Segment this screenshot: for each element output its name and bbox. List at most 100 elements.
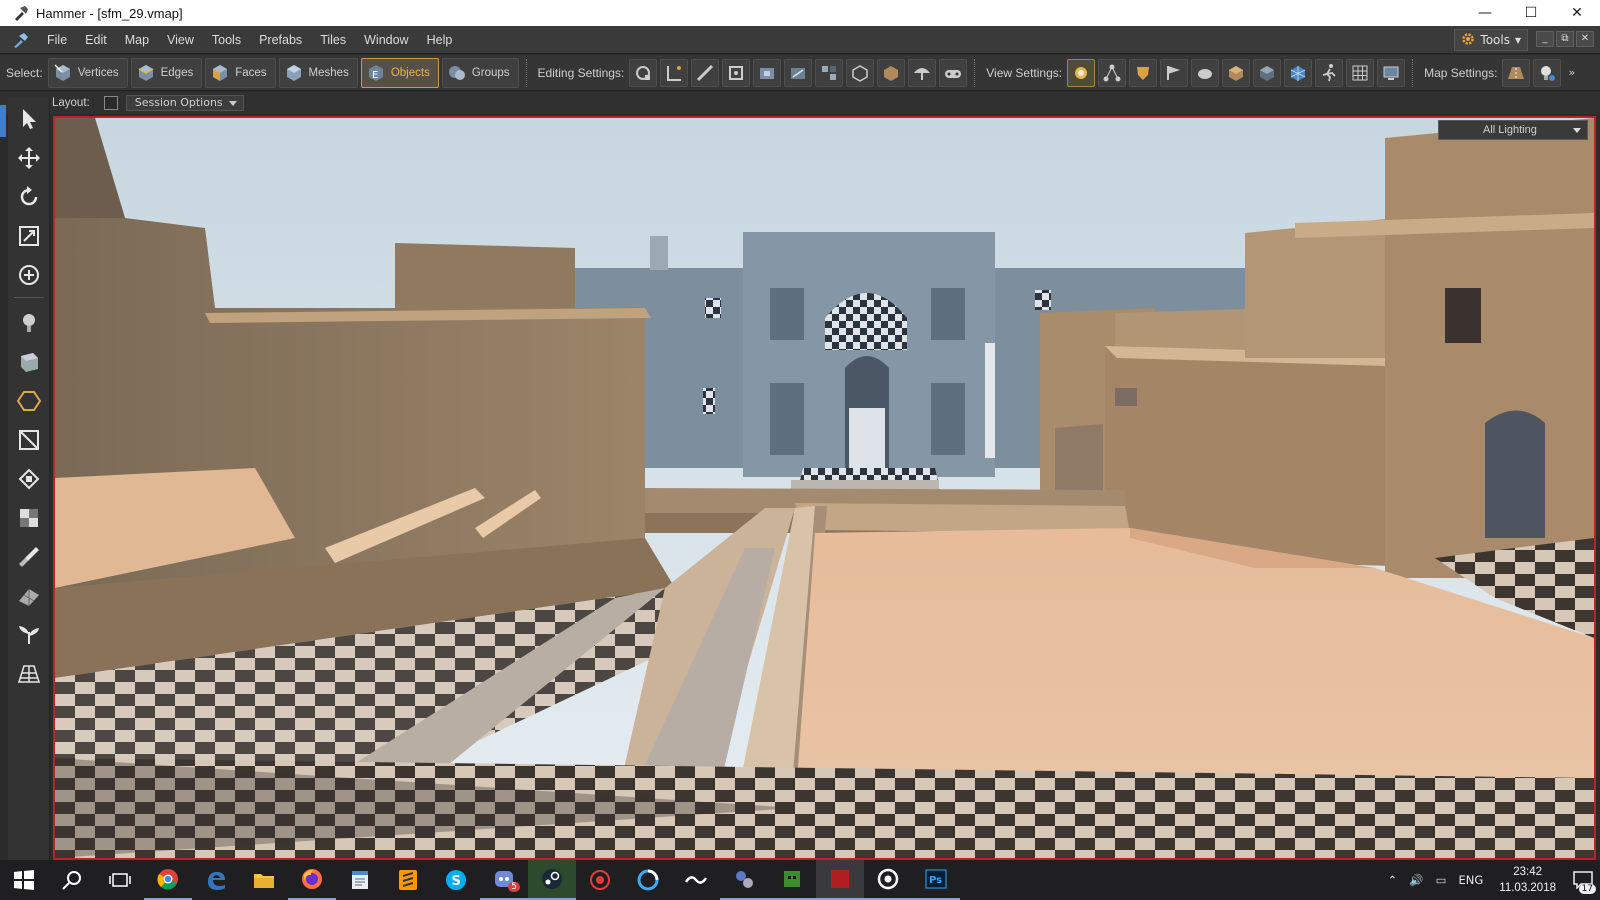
- show-grid-3d-button[interactable]: [1284, 58, 1313, 87]
- build-lighting-button[interactable]: [1533, 58, 1562, 87]
- show-grid-button[interactable]: [1346, 58, 1375, 87]
- game-taskbar-button[interactable]: [768, 860, 816, 900]
- block-tool-button[interactable]: [13, 346, 45, 378]
- chrome-taskbar-button[interactable]: [144, 860, 192, 900]
- maximize-button[interactable]: ☐: [1508, 0, 1554, 26]
- show-paths-button[interactable]: [1160, 58, 1189, 87]
- mdi-close-button[interactable]: ✕: [1576, 31, 1594, 47]
- hammer-tool-taskbar-button[interactable]: [672, 860, 720, 900]
- ruler-button[interactable]: [691, 58, 720, 87]
- pivot-points-tool-button[interactable]: [13, 463, 45, 495]
- snap-to-grid-button[interactable]: [629, 58, 658, 87]
- bounding-box-button[interactable]: [846, 58, 875, 87]
- viewport-scene[interactable]: [55, 118, 1594, 858]
- menu-help[interactable]: Help: [418, 33, 462, 47]
- menu-file[interactable]: File: [38, 33, 76, 47]
- edge-taskbar-button[interactable]: [192, 860, 240, 900]
- brush-tool-settings-button[interactable]: [908, 58, 937, 87]
- tile-tool-button[interactable]: [13, 580, 45, 612]
- select-faces-button[interactable]: Faces: [205, 57, 276, 88]
- lighting-mode-dropdown[interactable]: All Lighting: [1438, 120, 1588, 140]
- foliage-tool-button[interactable]: [13, 619, 45, 651]
- entity-tool-button[interactable]: [13, 307, 45, 339]
- explorer-taskbar-button[interactable]: [240, 860, 288, 900]
- close-button[interactable]: ✕: [1554, 0, 1600, 26]
- layout-checkbox[interactable]: [103, 96, 118, 110]
- mdi-minimize-button[interactable]: _: [1536, 31, 1554, 47]
- task-view-button[interactable]: [96, 860, 144, 900]
- photoshop-taskbar-button[interactable]: Ps: [912, 860, 960, 900]
- menu-tiles[interactable]: Tiles: [311, 33, 355, 47]
- minimize-button[interactable]: —: [1462, 0, 1508, 26]
- toolbar-overflow-icon[interactable]: »: [1568, 66, 1575, 79]
- firefox-taskbar-button[interactable]: [288, 860, 336, 900]
- skype-taskbar-button[interactable]: S: [432, 860, 480, 900]
- show-tool-materials-button[interactable]: [1129, 58, 1158, 87]
- lighting-preview-button[interactable]: [1067, 58, 1096, 87]
- menu-view[interactable]: View: [158, 33, 203, 47]
- show-entities-button[interactable]: [1098, 58, 1127, 87]
- browser-taskbar-button[interactable]: [624, 860, 672, 900]
- selection-mask-button[interactable]: [877, 58, 906, 87]
- volume-icon[interactable]: 🔊: [1409, 873, 1423, 887]
- menu-edit[interactable]: Edit: [76, 33, 116, 47]
- bounding-box-icon: [852, 64, 869, 82]
- show-wireframe-button[interactable]: [1253, 58, 1282, 87]
- notepad-taskbar-button[interactable]: [336, 860, 384, 900]
- menu-prefabs[interactable]: Prefabs: [250, 33, 311, 47]
- discord-taskbar-button[interactable]: 5: [480, 860, 528, 900]
- sun-icon: [1075, 66, 1088, 79]
- rotate-tool-button[interactable]: [13, 181, 45, 213]
- source-tool-taskbar-button[interactable]: [720, 860, 768, 900]
- map-properties-button[interactable]: [1502, 58, 1531, 87]
- texture-align-button[interactable]: [815, 58, 844, 87]
- taskbar-clock[interactable]: 23:42 11.03.2018: [1499, 864, 1556, 896]
- select-groups-label: Groups: [471, 66, 510, 79]
- brush-icon: [19, 547, 39, 567]
- tools-dropdown-button[interactable]: Tools ▾: [1454, 29, 1528, 51]
- scale-tool-button[interactable]: [13, 220, 45, 252]
- texture-tool-button[interactable]: [13, 502, 45, 534]
- select-tool-button[interactable]: [13, 103, 45, 135]
- chevron-up-icon[interactable]: ⌃: [1388, 873, 1398, 887]
- obs-taskbar-button[interactable]: [864, 860, 912, 900]
- select-edges-button[interactable]: Edges: [130, 57, 203, 88]
- hammer-active-taskbar-button[interactable]: [816, 860, 864, 900]
- action-center-button[interactable]: 17: [1566, 860, 1600, 900]
- select-vertices-button[interactable]: Vertices: [47, 57, 128, 88]
- ruler-icon: [697, 64, 714, 81]
- paint-tool-button[interactable]: [13, 541, 45, 573]
- hammer-menu-icon[interactable]: [10, 29, 32, 51]
- mdi-restore-button[interactable]: ⧉: [1556, 31, 1574, 47]
- menu-tools[interactable]: Tools: [203, 33, 250, 47]
- language-indicator[interactable]: ENG: [1459, 873, 1484, 887]
- menu-window[interactable]: Window: [355, 33, 417, 47]
- select-meshes-button[interactable]: Meshes: [278, 57, 358, 88]
- steam-taskbar-button[interactable]: [528, 860, 576, 900]
- select-objects-button[interactable]: E Objects: [360, 57, 439, 88]
- grid-nav-tool-button[interactable]: [13, 658, 45, 690]
- clipping-tool-button[interactable]: [13, 424, 45, 456]
- texture-lock-button[interactable]: [753, 58, 782, 87]
- show-sky-button[interactable]: [1222, 58, 1251, 87]
- texture-scale-lock-button[interactable]: [784, 58, 813, 87]
- angle-snap-button[interactable]: [660, 58, 689, 87]
- sublime-taskbar-button[interactable]: [384, 860, 432, 900]
- 3d-viewport[interactable]: All Lighting: [53, 116, 1596, 860]
- polygon-tool-button[interactable]: [13, 385, 45, 417]
- pivot-button[interactable]: [722, 58, 751, 87]
- search-button[interactable]: [48, 860, 96, 900]
- show-helpers-button[interactable]: [1191, 58, 1220, 87]
- game-controller-button[interactable]: [939, 58, 968, 87]
- origin-taskbar-button[interactable]: [576, 860, 624, 900]
- start-button[interactable]: [0, 860, 48, 900]
- camera-view-button[interactable]: [1377, 58, 1406, 87]
- show-player-button[interactable]: [1315, 58, 1344, 87]
- network-icon[interactable]: ▭: [1436, 873, 1447, 887]
- move-tool-button[interactable]: [13, 142, 45, 174]
- folder-icon: [254, 874, 274, 888]
- menu-map[interactable]: Map: [116, 33, 158, 47]
- select-groups-button[interactable]: Groups: [441, 57, 519, 88]
- session-options-dropdown[interactable]: Session Options: [125, 95, 244, 111]
- pivot-tool-button[interactable]: [13, 259, 45, 291]
